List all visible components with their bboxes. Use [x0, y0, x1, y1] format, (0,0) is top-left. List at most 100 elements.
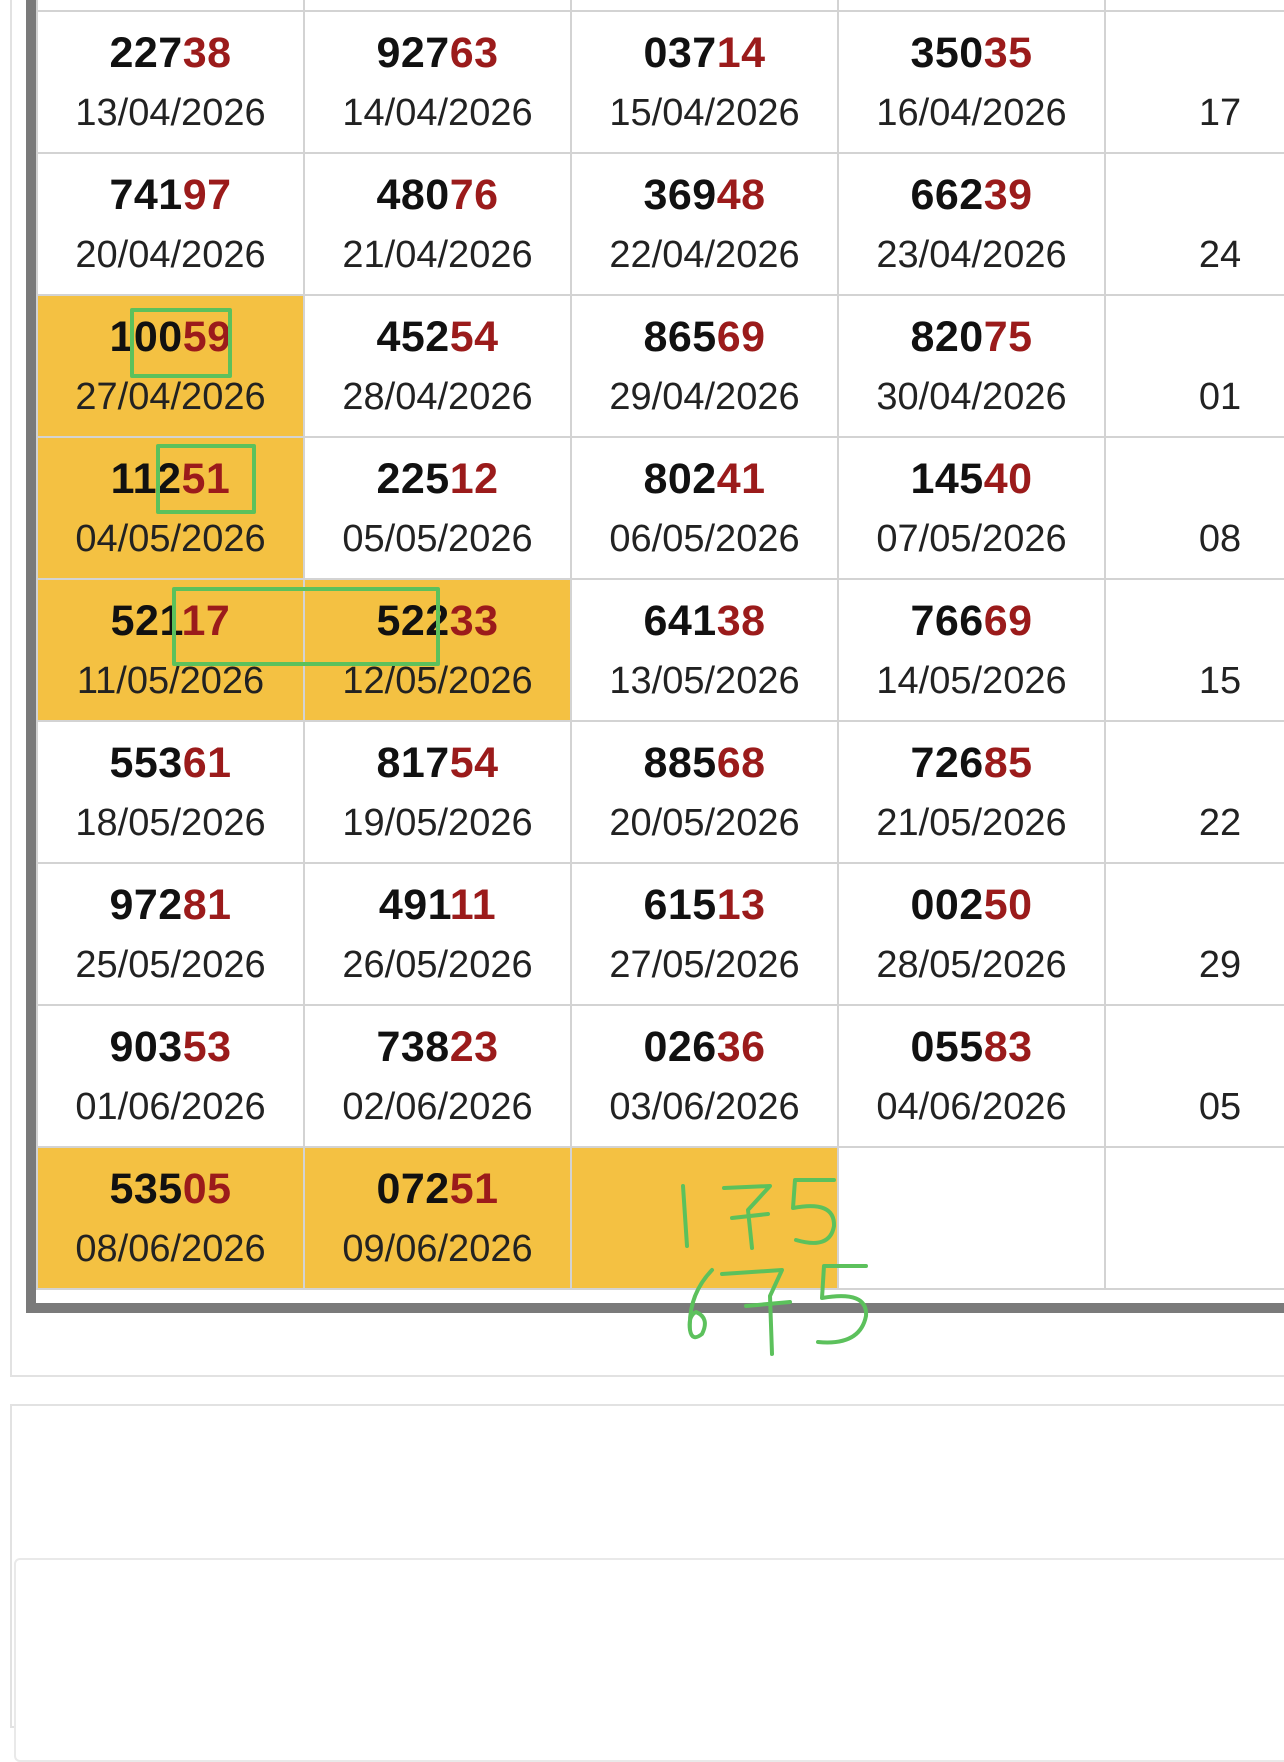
number-tail-digits: 35	[983, 29, 1033, 77]
comment-box[interactable]	[14, 1558, 1284, 1762]
result-number: 48076	[305, 171, 570, 219]
result-date: 17	[1198, 92, 1242, 134]
result-date: 29/04/2026	[609, 376, 800, 418]
result-cell	[1104, 1146, 1284, 1290]
result-date: 13/05/2026	[609, 660, 800, 702]
number-lead-digits: 026	[643, 1023, 717, 1071]
result-number: 49111	[305, 881, 570, 929]
number-tail-digits: 17	[181, 597, 231, 645]
result-number: 97281	[38, 881, 303, 929]
number-lead-digits: 452	[376, 313, 450, 361]
result-number: 35035	[839, 29, 1104, 77]
table-row: 55361 18/05/2026 81754 19/05/2026 88568 20/05…	[36, 720, 1284, 864]
result-cell: 97281 25/05/2026	[36, 862, 305, 1006]
result-number: 86569	[572, 313, 837, 361]
number-lead-digits: 766	[910, 597, 984, 645]
result-date: 08	[1198, 518, 1242, 560]
number-lead-digits: 972	[109, 881, 183, 929]
number-lead-digits: 002	[910, 881, 984, 929]
result-cell: 90353 01/06/2026	[36, 1004, 305, 1148]
number-lead-digits: 072	[376, 1165, 450, 1213]
result-number: 61513	[572, 881, 837, 929]
result-number: 73823	[305, 1023, 570, 1071]
number-lead-digits: 145	[910, 455, 984, 503]
result-cell	[837, 1146, 1106, 1290]
result-cell: 03714 15/04/2026	[570, 10, 839, 154]
result-date: 15/04/2026	[609, 92, 800, 134]
result-date: 27/05/2026	[609, 944, 800, 986]
result-cell: 74197 20/04/2026	[36, 152, 305, 296]
result-date: 03/06/2026	[609, 1086, 800, 1128]
result-cell: 10059 27/04/2026	[36, 294, 305, 438]
result-date: 28/05/2026	[876, 944, 1067, 986]
number-tail-digits: 40	[983, 455, 1033, 503]
result-date: 20/05/2026	[609, 802, 800, 844]
result-cell: 24	[1104, 152, 1284, 296]
result-date: 18/05/2026	[75, 802, 266, 844]
result-cell: 52117 11/05/2026	[36, 578, 305, 722]
result-cell: 08	[1104, 436, 1284, 580]
result-number: 45254	[305, 313, 570, 361]
result-number: 80241	[572, 455, 837, 503]
result-date: 07/05/2026	[876, 518, 1067, 560]
number-lead-digits: 820	[910, 313, 984, 361]
result-cell	[36, 0, 305, 12]
number-tail-digits: 11	[449, 881, 497, 929]
number-lead-digits: 055	[910, 1023, 984, 1071]
number-tail-digits: 76	[449, 171, 499, 219]
number-lead-digits: 927	[376, 29, 450, 77]
result-cell: 02636 03/06/2026	[570, 1004, 839, 1148]
number-lead-digits: 369	[643, 171, 717, 219]
result-date: 04/05/2026	[75, 518, 266, 560]
result-cell: 80241 06/05/2026	[570, 436, 839, 580]
result-date: 16/04/2026	[876, 92, 1067, 134]
number-lead-digits: 817	[376, 739, 450, 787]
number-lead-digits: 662	[910, 171, 984, 219]
number-tail-digits: 54	[449, 313, 499, 361]
number-tail-digits: 39	[983, 171, 1033, 219]
result-date: 26/05/2026	[342, 944, 533, 986]
number-tail-digits: 83	[983, 1023, 1033, 1071]
result-date: 14/04/2026	[342, 92, 533, 134]
result-cell: 52233 12/05/2026	[303, 578, 572, 722]
number-lead-digits: 641	[643, 597, 717, 645]
result-number: 03714	[572, 29, 837, 77]
result-date: 01/06/2026	[75, 1086, 266, 1128]
number-tail-digits: 63	[449, 29, 499, 77]
number-tail-digits: 51	[181, 455, 231, 503]
result-number: 36948	[572, 171, 837, 219]
result-number: 72685	[839, 739, 1104, 787]
result-cell: 73823 02/06/2026	[303, 1004, 572, 1148]
result-number: 90353	[38, 1023, 303, 1071]
result-cell: 35035 16/04/2026	[837, 10, 1106, 154]
result-cell: 22738 13/04/2026	[36, 10, 305, 154]
result-date: 19/05/2026	[342, 802, 533, 844]
result-date: 08/06/2026	[75, 1228, 266, 1270]
number-lead-digits: 480	[376, 171, 450, 219]
table-row: 90353 01/06/2026 73823 02/06/2026 02636 03/06…	[36, 1004, 1284, 1148]
number-lead-digits: 738	[376, 1023, 450, 1071]
table-row: 22738 13/04/2026 92763 14/04/2026 03714 15/04…	[36, 10, 1284, 154]
result-date: 23/04/2026	[876, 234, 1067, 276]
result-date: 30/04/2026	[876, 376, 1067, 418]
result-number: 64138	[572, 597, 837, 645]
number-tail-digits: 69	[716, 313, 766, 361]
results-table: 22738 13/04/2026 92763 14/04/2026 03714 15/04…	[36, 0, 1284, 1290]
result-cell: 49111 26/05/2026	[303, 862, 572, 1006]
number-tail-digits: 23	[449, 1023, 499, 1071]
result-number: 53505	[38, 1165, 303, 1213]
result-cell: 07251 09/06/2026	[303, 1146, 572, 1290]
result-cell: 88568 20/05/2026	[570, 720, 839, 864]
result-cell: 64138 13/05/2026	[570, 578, 839, 722]
result-cell	[837, 0, 1106, 12]
number-tail-digits: 68	[716, 739, 766, 787]
result-cell: 55361 18/05/2026	[36, 720, 305, 864]
result-number: 05583	[839, 1023, 1104, 1071]
result-cell: 45254 28/04/2026	[303, 294, 572, 438]
number-tail-digits: 12	[449, 455, 499, 503]
number-lead-digits: 350	[910, 29, 984, 77]
number-tail-digits: 05	[182, 1165, 232, 1213]
result-cell: 53505 08/06/2026	[36, 1146, 305, 1290]
results-table-frame: 22738 13/04/2026 92763 14/04/2026 03714 15/04…	[26, 0, 1284, 1313]
result-date: 01	[1198, 376, 1242, 418]
